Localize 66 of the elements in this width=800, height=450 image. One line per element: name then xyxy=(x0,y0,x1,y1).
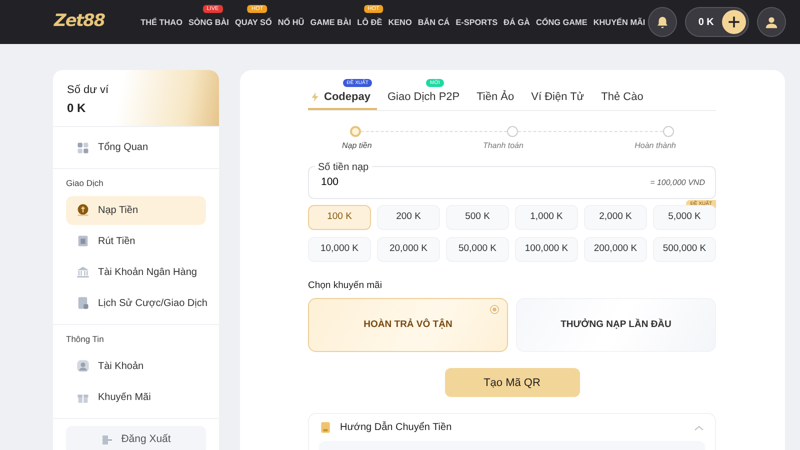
sidebar-item[interactable]: Tổng Quan xyxy=(66,133,206,162)
amount-option[interactable]: 500 K xyxy=(446,205,509,230)
radio-indicator xyxy=(490,305,499,314)
nav-link[interactable]: KHUYẾN MÃI xyxy=(590,18,648,27)
logout-icon xyxy=(101,434,114,446)
sidebar-item[interactable]: Tài Khoản Ngân Hàng xyxy=(66,258,206,287)
nav-link[interactable]: ĐÁ GÀ xyxy=(500,18,533,27)
guide-title: Hướng Dẫn Chuyển Tiền xyxy=(340,420,452,436)
step-label: Hoàn thành xyxy=(634,140,676,152)
amount-option[interactable]: 10,000 K xyxy=(308,237,371,262)
step-label: Nạp tiền xyxy=(342,140,372,152)
bolt-icon xyxy=(310,92,320,102)
sidebar-item[interactable]: Khuyến Mãi xyxy=(66,382,206,412)
nav-link[interactable]: THỂ THAO xyxy=(138,18,186,27)
sidebar-item[interactable]: Lịch Sử Cược/Giao Dịch xyxy=(66,288,206,318)
nav-link[interactable]: CỔNG GAME xyxy=(532,18,590,27)
wallet-balance: 0 K xyxy=(67,100,87,116)
step-label: Thanh toán xyxy=(482,140,524,152)
deposit-button[interactable] xyxy=(722,10,746,34)
amount-option[interactable]: 200 K xyxy=(377,205,440,230)
user-icon xyxy=(764,14,779,30)
logout-button[interactable]: Đăng Xuất xyxy=(66,426,206,450)
nav-link[interactable]: KENO xyxy=(385,18,415,27)
create-qr-button[interactable]: Tạo Mã QR xyxy=(444,368,580,398)
grid-icon xyxy=(76,140,90,154)
sidebar-item[interactable]: Tài Khoản xyxy=(66,352,206,380)
plus-icon xyxy=(726,14,742,30)
promo-option[interactable]: THƯỞNG NẠP LẦN ĐẦU xyxy=(516,298,716,352)
tab[interactable]: Ví Điện Tử xyxy=(529,86,592,108)
nav-link[interactable]: GAME BÀI xyxy=(307,18,354,27)
amount-option[interactable]: 100 K xyxy=(308,205,371,230)
notification-button[interactable] xyxy=(648,7,678,37)
nav-link[interactable]: NỔ HŨ xyxy=(274,18,308,27)
converted-amount: = 100,000 VND xyxy=(650,176,705,188)
wallet-label: Số dư ví xyxy=(67,83,110,98)
amount-option[interactable]: 200,000 K xyxy=(584,237,647,262)
field-label: Số tiền nạp xyxy=(315,160,372,175)
account-button[interactable] xyxy=(756,7,786,37)
logo[interactable]: Zet88 xyxy=(54,9,130,35)
amount-option[interactable]: 50,000 K xyxy=(446,237,509,262)
amount-option[interactable]: 500,000 K xyxy=(653,237,716,262)
nav-link[interactable]: SÒNG BÀI xyxy=(185,18,232,27)
tab[interactable]: Tiền Ảo xyxy=(474,86,522,108)
sidebar-item[interactable]: Nạp Tiền xyxy=(66,196,206,225)
nav-link[interactable]: BẮN CÁ xyxy=(414,18,453,27)
amount-option[interactable]: 2,000 K xyxy=(584,205,647,230)
tab[interactable]: Thẻ Cào xyxy=(599,86,650,108)
sidebar-item[interactable]: Rút Tiền xyxy=(66,226,206,256)
amount-option[interactable]: 5,000 K xyxy=(653,205,716,230)
nav-link[interactable]: LÔ ĐỀ xyxy=(354,18,386,27)
nav-link[interactable]: E-SPORTS xyxy=(452,18,501,27)
section-title: Giao Dịch xyxy=(65,177,104,190)
section-title: Thông Tin xyxy=(65,332,105,346)
section-title: Chọn khuyến mãi xyxy=(308,279,383,293)
tab[interactable]: Giao Dịch P2P xyxy=(385,86,467,108)
bank-icon xyxy=(76,265,90,280)
amount-option[interactable]: 1,000 K xyxy=(515,205,578,230)
amount-input[interactable]: 100 xyxy=(319,174,650,192)
balance-amount: 0 K xyxy=(698,16,714,30)
document-icon xyxy=(76,296,90,310)
amount-option[interactable]: 20,000 K xyxy=(377,237,440,262)
nav-link[interactable]: QUAY SỐ xyxy=(232,18,275,27)
user-icon xyxy=(76,359,90,373)
promo-option[interactable]: HOÀN TRẢ VÔ TẬN xyxy=(308,298,508,352)
amount-option[interactable]: 100,000 K xyxy=(515,237,578,262)
card-icon xyxy=(319,421,332,434)
